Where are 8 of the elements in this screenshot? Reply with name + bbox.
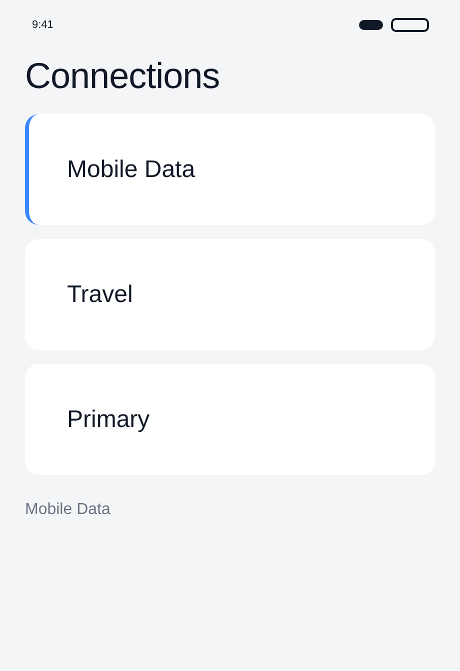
connection-option[interactable]: Primary (25, 364, 435, 475)
status-time: 9:41 (32, 19, 54, 31)
page-title: Connections (25, 56, 221, 96)
connection-option[interactable]: Travel (25, 239, 435, 350)
signal-icon (359, 20, 383, 30)
footer-text: Mobile Data (25, 501, 112, 519)
battery-icon (391, 18, 429, 32)
connection-option[interactable]: Mobile Data (25, 114, 435, 225)
